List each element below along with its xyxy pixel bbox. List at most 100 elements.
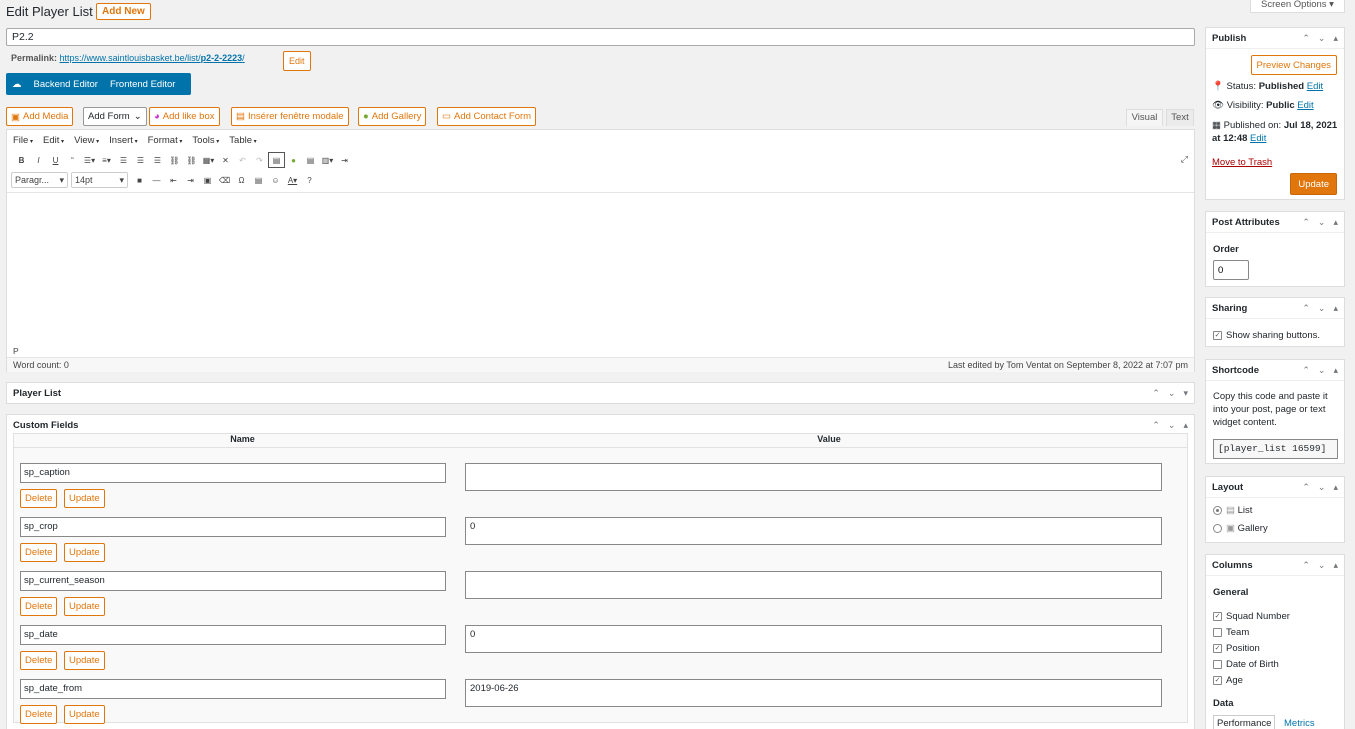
menu-table[interactable]: Table <box>229 135 256 146</box>
link-icon[interactable]: ⛓ <box>166 152 183 168</box>
insert-modal-button[interactable]: ▤ Insérer fenêtre modale <box>231 107 349 126</box>
delete-field-button[interactable]: Delete <box>20 705 58 724</box>
screen-options-button[interactable]: Screen Options ▾ <box>1250 0 1345 13</box>
chevron-up-icon[interactable]: ⌃ <box>1302 217 1310 228</box>
layout-header[interactable]: Layout ⌃ ⌄ ▴ <box>1206 477 1344 498</box>
add-new-button[interactable]: Add New <box>96 3 151 20</box>
sharing-checkbox[interactable]: ✓ <box>1213 330 1222 340</box>
update-field-button[interactable]: Update <box>64 651 105 670</box>
menu-insert[interactable]: Insert <box>109 135 137 146</box>
emoticon-icon[interactable]: ☺ <box>267 172 284 188</box>
sharing-checkbox-row[interactable]: ✓ Show sharing buttons. <box>1213 330 1320 341</box>
blockquote-icon[interactable]: “ <box>64 152 81 168</box>
bold-icon[interactable]: B <box>13 152 30 168</box>
custom-field-name-input[interactable]: sp_caption <box>20 463 446 483</box>
chevron-up-icon[interactable]: ⌃ <box>1302 365 1310 376</box>
update-field-button[interactable]: Update <box>64 543 105 562</box>
chevron-down-icon[interactable]: ⌄ <box>1318 303 1326 314</box>
toolbar-toggle-icon[interactable]: ▤ <box>268 152 285 168</box>
column-option[interactable]: ✓ Age <box>1213 675 1243 686</box>
add-media-button[interactable]: ▣ Add Media <box>6 107 74 126</box>
update-field-button[interactable]: Update <box>64 705 105 724</box>
chevron-down-icon[interactable]: ⌄ <box>1168 420 1176 431</box>
fullscreen-toggle-icon[interactable]: ✕ <box>217 152 234 168</box>
paste-text-icon[interactable]: ▣ <box>199 172 216 188</box>
menu-format[interactable]: Format <box>148 135 183 146</box>
custom-field-value-input[interactable] <box>465 463 1162 491</box>
page-break-icon[interactable]: ▤ <box>250 172 267 188</box>
chevron-down-icon[interactable]: ⌄ <box>1318 365 1326 376</box>
delete-field-button[interactable]: Delete <box>20 651 58 670</box>
layout-list-radio[interactable] <box>1213 505 1222 515</box>
collapse-icon[interactable]: ▾ <box>1183 388 1188 399</box>
column-option[interactable]: Date of Birth <box>1213 659 1279 670</box>
backend-editor-button[interactable]: Backend Editor <box>28 79 104 90</box>
order-input[interactable] <box>1213 260 1249 280</box>
menu-edit[interactable]: Edit <box>43 135 64 146</box>
column-option[interactable]: Team <box>1213 627 1249 638</box>
column-checkbox[interactable] <box>1213 627 1222 637</box>
bullet-list-icon[interactable]: ☰▾ <box>81 152 98 168</box>
collapse-icon[interactable]: ▴ <box>1333 365 1338 376</box>
column-checkbox[interactable] <box>1213 659 1222 669</box>
add-like-box-button[interactable]: ◕ Add like box <box>149 107 220 126</box>
status-edit-link[interactable]: Edit <box>1307 81 1323 92</box>
tab-metrics[interactable]: Metrics <box>1284 718 1315 729</box>
add-contact-form-button[interactable]: ▭ Add Contact Form <box>437 107 537 126</box>
move-to-trash-link[interactable]: Move to Trash <box>1212 157 1272 168</box>
unlink-icon[interactable]: ⛓ <box>183 152 200 168</box>
tab-performance[interactable]: Performance <box>1213 715 1276 729</box>
distraction-free-icon[interactable]: ⤢ <box>1181 154 1188 165</box>
collapse-icon[interactable]: ▴ <box>1183 420 1188 431</box>
menu-tools[interactable]: Tools <box>192 135 219 146</box>
chevron-down-icon[interactable]: ⌄ <box>1318 33 1326 44</box>
collapse-icon[interactable]: ▴ <box>1333 217 1338 228</box>
italic-icon[interactable]: I <box>30 152 47 168</box>
collapse-icon[interactable]: ▴ <box>1333 560 1338 571</box>
menu-view[interactable]: View <box>74 135 99 146</box>
align-left-icon[interactable]: ☰ <box>115 152 132 168</box>
horizontal-line-icon[interactable]: — <box>148 172 165 188</box>
delete-field-button[interactable]: Delete <box>20 489 58 508</box>
update-button[interactable]: Update <box>1290 173 1337 195</box>
custom-field-value-input[interactable]: 0 <box>465 517 1162 545</box>
chevron-up-icon[interactable]: ⌃ <box>1302 303 1310 314</box>
delete-field-button[interactable]: Delete <box>20 597 58 616</box>
layout-option-gallery[interactable]: ▣ Gallery <box>1213 523 1268 534</box>
omega-icon[interactable]: Ω <box>233 172 250 188</box>
chevron-down-icon[interactable]: ⌄ <box>1318 482 1326 493</box>
columns-header[interactable]: Columns ⌃ ⌄ ▴ <box>1206 555 1344 576</box>
chevron-up-icon[interactable]: ⌃ <box>1152 420 1160 431</box>
chevron-up-icon[interactable]: ⌃ <box>1302 482 1310 493</box>
custom-field-value-input[interactable]: 2019-06-26 <box>465 679 1162 707</box>
gallery-plugin-icon[interactable]: ● <box>285 152 302 168</box>
layout-option-list[interactable]: ▤ List <box>1213 505 1252 516</box>
update-field-button[interactable]: Update <box>64 597 105 616</box>
permalink-link[interactable]: https://www.saintlouisbasket.be/list/p2-… <box>60 53 245 63</box>
post-title-input[interactable] <box>6 28 1195 46</box>
redo-icon[interactable]: ↷ <box>251 152 268 168</box>
permalink-edit-button[interactable]: Edit <box>283 51 311 71</box>
exit-icon[interactable]: ⇥ <box>336 152 353 168</box>
outdent-icon[interactable]: ⇥ <box>182 172 199 188</box>
clear-format-icon[interactable]: ⌫ <box>216 172 233 188</box>
custom-field-value-input[interactable]: 0 <box>465 625 1162 653</box>
shortcode-field[interactable]: [player_list 16599] <box>1213 439 1338 459</box>
column-option[interactable]: ✓ Position <box>1213 643 1260 654</box>
collapse-icon[interactable]: ▴ <box>1333 303 1338 314</box>
form-plugin-icon[interactable]: ▤ <box>302 152 319 168</box>
table-icon[interactable]: ▦▾ <box>200 152 217 168</box>
chevron-down-icon[interactable]: ⌄ <box>1318 217 1326 228</box>
chevron-up-icon[interactable]: ⌃ <box>1302 560 1310 571</box>
chevron-down-icon[interactable]: ⌄ <box>1168 388 1176 399</box>
numbered-list-icon[interactable]: ≡▾ <box>98 152 115 168</box>
column-checkbox[interactable]: ✓ <box>1213 611 1222 621</box>
add-gallery-button[interactable]: ● Add Gallery <box>358 107 427 126</box>
custom-field-name-input[interactable]: sp_date <box>20 625 446 645</box>
align-center-icon[interactable]: ☰ <box>132 152 149 168</box>
tab-text[interactable]: Text <box>1166 109 1194 126</box>
column-option[interactable]: ✓ Squad Number <box>1213 611 1290 622</box>
strikethrough-icon[interactable]: ■ <box>131 172 148 188</box>
publish-header[interactable]: Publish ⌃ ⌄ ▴ <box>1206 28 1344 49</box>
tab-visual[interactable]: Visual <box>1126 109 1163 126</box>
